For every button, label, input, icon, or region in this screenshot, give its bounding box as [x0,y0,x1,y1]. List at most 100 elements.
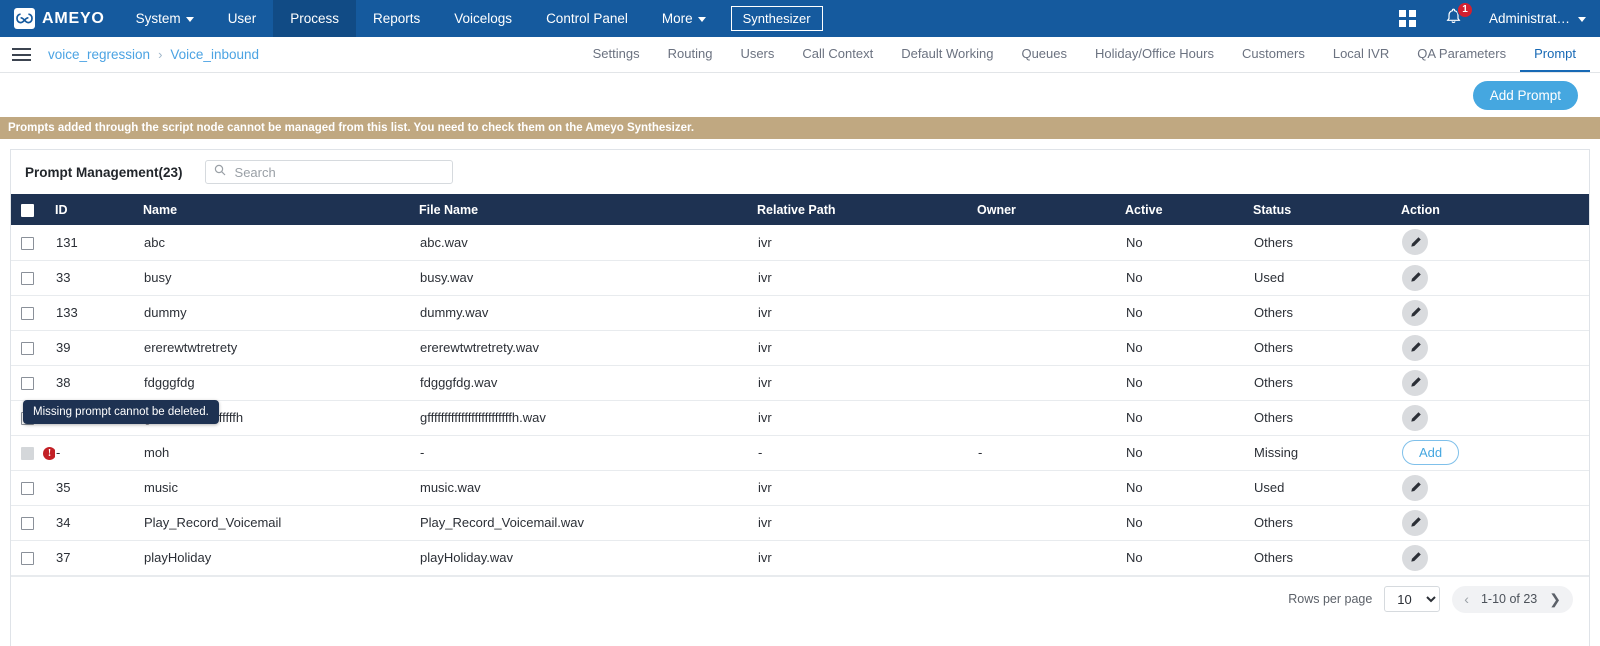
cell-active: No [1125,225,1253,261]
table-row[interactable]: 41gfffffffffffffffffffffffffhgffffffffff… [11,400,1589,436]
cell-status: Others [1253,540,1401,576]
tab-local-ivr[interactable]: Local IVR [1319,37,1403,72]
add-prompt-button[interactable]: Add Prompt [1472,80,1578,110]
notifications-button[interactable]: 1 [1446,1,1473,30]
edit-prompt-button[interactable] [1402,369,1428,396]
cell-action [1401,330,1589,366]
row-select-cell [11,260,55,296]
row-select-cell [11,330,55,366]
tab-routing[interactable]: Routing [654,37,727,72]
rows-per-page-select[interactable]: 102550100 [1384,586,1441,612]
cell-relative-path: ivr [757,225,977,261]
brand-logo[interactable]: AMEYO [0,0,119,37]
chevron-down-icon [185,17,194,22]
hamburger-icon[interactable] [12,45,31,65]
select-all-checkbox[interactable] [21,203,34,217]
column-action[interactable]: Action [1401,194,1589,225]
cell-owner [977,365,1125,401]
column-status[interactable]: Status [1253,194,1401,225]
table-row[interactable]: 34 Play_Record_Voicemail Play_Record_Voice… [11,505,1589,541]
row-checkbox[interactable] [21,377,34,391]
row-checkbox[interactable] [21,552,34,566]
column-file-name[interactable]: File Name [419,194,757,225]
table-row[interactable]: 39 ererewtwtretrety ererewtwtretrety.wav iv… [11,330,1589,366]
grid-apps-icon[interactable] [1398,10,1416,27]
tab-users[interactable]: Users [726,37,788,72]
row-select-cell [11,505,55,541]
table-row[interactable]: 37 playHoliday playHoliday.wav ivr No Others [11,540,1589,576]
nav-item-control-panel[interactable]: Control Panel [529,0,645,37]
user-menu[interactable]: Administrat… [1489,11,1586,26]
nav-item-system[interactable]: System [119,0,211,37]
edit-prompt-button[interactable] [1402,509,1428,536]
cell-relative-path: ivr [757,365,977,401]
row-checkbox[interactable] [21,517,34,531]
cell-active: No [1125,435,1253,471]
nav-item-process[interactable]: Process [273,0,356,37]
chevron-right-icon[interactable]: ❯ [1549,591,1561,608]
row-checkbox[interactable] [21,307,34,321]
chevron-left-icon[interactable]: ‹ [1464,591,1469,607]
cell-active: No [1125,400,1253,436]
nav-item-voicelogs[interactable]: Voicelogs [437,0,529,37]
prompt-table-container: ID Name File Name Relative Path Owner Ac… [11,194,1589,576]
tab-settings[interactable]: Settings [579,37,654,72]
cell-name: moh [143,435,419,471]
edit-prompt-button[interactable] [1402,404,1428,431]
cell-owner [977,225,1125,261]
breadcrumb-item-voice-inbound[interactable]: Voice_inbound [170,47,259,62]
row-checkbox[interactable] [21,236,34,250]
cell-name: fdgggfdg [143,365,419,401]
cell-status: Used [1253,470,1401,506]
table-row[interactable]: 131 abc abc.wav ivr No Others [11,225,1589,261]
column-owner[interactable]: Owner [977,194,1125,225]
column-id[interactable]: ID [55,194,143,225]
edit-prompt-button[interactable] [1402,334,1428,361]
search-box[interactable] [204,160,453,184]
column-relative-path[interactable]: Relative Path [757,194,977,225]
nav-item-more[interactable]: More [645,0,723,37]
nav-item-user[interactable]: User [211,0,274,37]
nav-item-label: Voicelogs [454,11,513,26]
edit-prompt-button[interactable] [1402,544,1428,571]
cell-owner [977,505,1125,541]
table-row[interactable]: ! - moh - - - No Missing Add [11,435,1589,471]
edit-prompt-button[interactable] [1402,264,1428,291]
table-header-row: ID Name File Name Relative Path Owner Ac… [11,194,1589,225]
cell-active: No [1125,330,1253,366]
add-missing-prompt-button[interactable]: Add [1402,440,1460,465]
edit-prompt-button[interactable] [1402,299,1428,326]
error-icon[interactable]: ! [43,447,55,461]
synthesizer-button[interactable]: Synthesizer [730,6,823,31]
tab-queues[interactable]: Queues [1007,37,1081,72]
row-select-cell [11,470,55,506]
row-checkbox[interactable] [21,482,34,496]
cell-name: ererewtwtretrety [143,330,419,366]
cell-name: music [143,470,419,506]
rows-per-page-label: Rows per page [1288,592,1373,606]
tab-qa-parameters[interactable]: QA Parameters [1403,37,1520,72]
row-checkbox[interactable] [21,342,34,356]
tab-holiday-office-hours[interactable]: Holiday/Office Hours [1081,37,1228,72]
breadcrumb-item-voice-regression[interactable]: voice_regression [48,47,150,62]
tab-customers[interactable]: Customers [1228,37,1319,72]
row-checkbox[interactable] [21,272,34,286]
table-row[interactable]: 38 fdgggfdg fdgggfdg.wav ivr No Others [11,365,1589,401]
table-row[interactable]: 33 busy busy.wav ivr No Used [11,260,1589,296]
column-active[interactable]: Active [1125,194,1253,225]
script-node-notice-banner: Prompts added through the script node ca… [0,117,1600,139]
tab-call-context[interactable]: Call Context [788,37,887,72]
edit-prompt-button[interactable] [1402,474,1428,501]
tab-prompt[interactable]: Prompt [1520,37,1590,72]
tab-default-working[interactable]: Default Working [887,37,1007,72]
nav-item-reports[interactable]: Reports [356,0,437,37]
search-input[interactable] [232,163,444,181]
pencil-icon [1410,412,1421,422]
table-row[interactable]: 35 music music.wav ivr No Used [11,470,1589,506]
table-row[interactable]: 133 dummy dummy.wav ivr No Others [11,295,1589,331]
edit-prompt-button[interactable] [1402,229,1428,256]
column-name[interactable]: Name [143,194,419,225]
prompt-management-panel: Prompt Management(23) ID Name File N [10,149,1590,646]
cell-id: 35 [55,470,143,506]
nav-item-label: Process [290,11,339,26]
